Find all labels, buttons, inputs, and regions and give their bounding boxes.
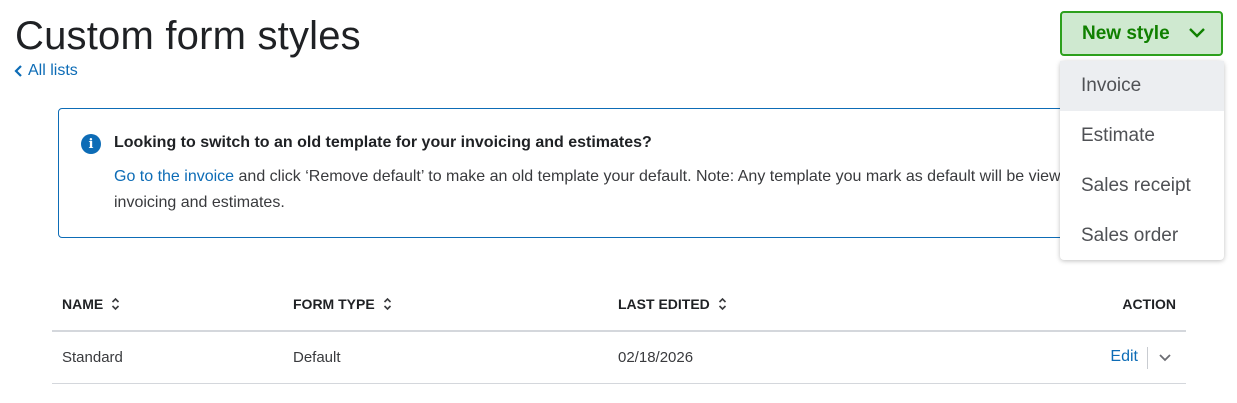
page-title: Custom form styles bbox=[15, 14, 361, 58]
sort-icon bbox=[112, 297, 120, 311]
menu-item-estimate[interactable]: Estimate bbox=[1060, 111, 1224, 161]
info-icon: i bbox=[81, 134, 101, 154]
column-last-edited-label: LAST EDITED bbox=[618, 296, 710, 312]
column-header-last-edited[interactable]: LAST EDITED bbox=[618, 296, 727, 312]
edit-button[interactable]: Edit bbox=[1110, 348, 1138, 366]
action-divider bbox=[1147, 347, 1148, 369]
new-style-label: New style bbox=[1082, 22, 1170, 44]
form-styles-table: NAME FORM TYPE LAST EDITED ACTION Standa… bbox=[52, 280, 1186, 384]
column-header-name[interactable]: NAME bbox=[62, 296, 120, 312]
table-header: NAME FORM TYPE LAST EDITED ACTION bbox=[52, 280, 1186, 332]
banner-body: Go to the invoice and click ‘Remove defa… bbox=[114, 164, 1124, 216]
menu-item-sales-receipt[interactable]: Sales receipt bbox=[1060, 161, 1224, 211]
info-banner: i Looking to switch to an old template f… bbox=[58, 108, 1118, 238]
menu-item-invoice[interactable]: Invoice bbox=[1060, 61, 1224, 111]
sort-icon bbox=[383, 297, 391, 311]
banner-heading: Looking to switch to an old template for… bbox=[114, 134, 652, 151]
chevron-left-icon bbox=[14, 65, 22, 77]
menu-item-sales-order[interactable]: Sales order bbox=[1060, 211, 1224, 261]
cell-last-edited: 02/18/2026 bbox=[618, 349, 694, 366]
cell-form-type: Default bbox=[293, 349, 341, 366]
new-style-button[interactable]: New style bbox=[1060, 11, 1223, 56]
all-lists-link[interactable]: All lists bbox=[14, 62, 78, 80]
banner-body-text: and click ‘Remove default’ to make an ol… bbox=[114, 168, 1118, 211]
go-to-invoice-link[interactable]: Go to the invoice bbox=[114, 168, 234, 185]
column-action-label: ACTION bbox=[1122, 296, 1176, 312]
chevron-down-icon[interactable] bbox=[1158, 353, 1172, 363]
sort-icon bbox=[718, 297, 726, 311]
all-lists-label: All lists bbox=[28, 62, 78, 79]
column-form-type-label: FORM TYPE bbox=[293, 296, 375, 312]
chevron-down-icon bbox=[1189, 28, 1205, 38]
column-header-form-type[interactable]: FORM TYPE bbox=[293, 296, 392, 312]
table-row: Standard Default 02/18/2026 Edit bbox=[52, 332, 1186, 384]
cell-name: Standard bbox=[62, 349, 123, 366]
new-style-menu: Invoice Estimate Sales receipt Sales ord… bbox=[1060, 61, 1224, 260]
column-header-action: ACTION bbox=[1122, 296, 1176, 312]
column-name-label: NAME bbox=[62, 296, 104, 312]
